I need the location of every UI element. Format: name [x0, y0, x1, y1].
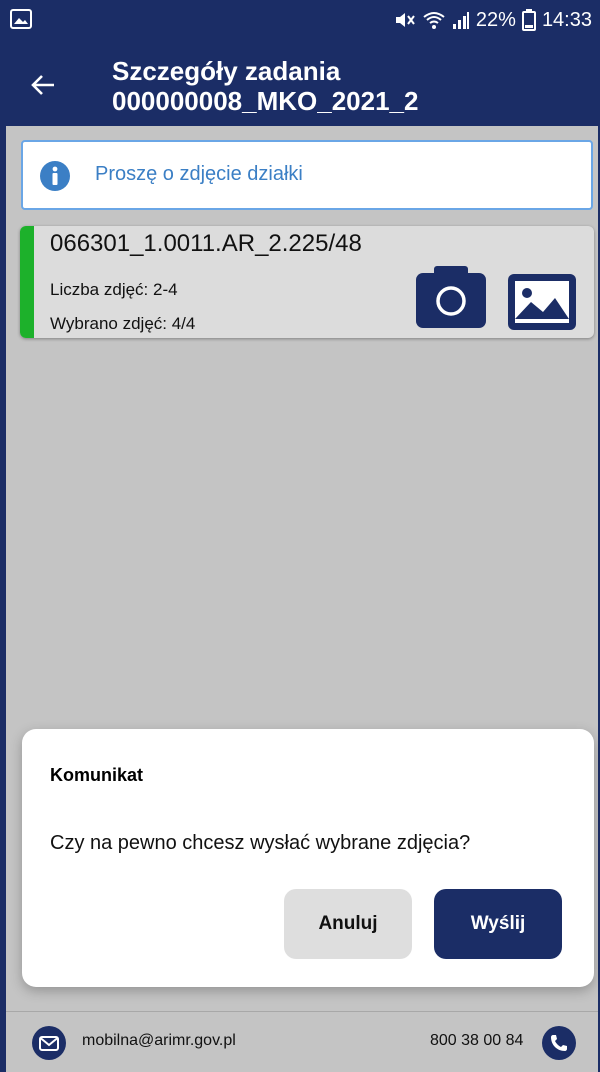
- task-id: 000000008_MKO_2021_2: [112, 86, 419, 116]
- dialog-title: Komunikat: [50, 765, 144, 785]
- mute-icon: [395, 13, 415, 27]
- camera-icon[interactable]: [416, 266, 486, 328]
- dialog-message: Czy na pewno chcesz wysłać wybrane zdjęc…: [50, 832, 471, 854]
- signal-icon: [452, 12, 469, 29]
- image-icon: [10, 9, 32, 29]
- page-title: Szczegóły zadania 000000008_MKO_2021_2: [112, 56, 418, 116]
- battery-icon: [521, 9, 536, 31]
- title-line-1: Szczegóły zadania: [112, 56, 341, 86]
- status-stripe: [20, 226, 34, 338]
- battery-percent: 22%: [475, 8, 516, 31]
- back-arrow-icon[interactable]: [26, 68, 60, 102]
- info-banner: Proszę o zdjęcie działki: [21, 140, 593, 210]
- wifi-icon: [423, 12, 445, 29]
- contact-email[interactable]: mobilna@arimr.gov.pl: [82, 1032, 236, 1050]
- status-indicators: 22% 14:33: [394, 8, 592, 32]
- mail-icon[interactable]: [32, 1026, 66, 1060]
- gallery-icon[interactable]: [508, 274, 576, 330]
- plot-id: 066301_1.0011.AR_2.225/48: [50, 230, 362, 257]
- info-icon: [40, 161, 70, 191]
- content-area: Proszę o zdjęcie działki 066301_1.0011.A…: [6, 126, 598, 1011]
- footer: mobilna@arimr.gov.pl 800 38 00 84: [6, 1011, 598, 1072]
- contact-phone[interactable]: 800 38 00 84: [430, 1032, 523, 1050]
- clock: 14:33: [541, 8, 592, 31]
- app-bar: Szczegóły zadania 000000008_MKO_2021_2: [0, 40, 600, 126]
- info-text: Proszę o zdjęcie działki: [95, 163, 303, 185]
- phone-icon[interactable]: [542, 1026, 576, 1060]
- selected-photos-count: Wybrano zdjęć: 4/4: [50, 314, 196, 333]
- send-button[interactable]: Wyślij: [434, 889, 562, 959]
- photo-count-range: Liczba zdjęć: 2-4: [50, 280, 178, 299]
- confirm-dialog: Komunikat Czy na pewno chcesz wysłać wyb…: [22, 729, 594, 987]
- status-bar: 22% 14:33: [0, 0, 600, 40]
- plot-card[interactable]: 066301_1.0011.AR_2.225/48 Liczba zdjęć: …: [20, 226, 594, 338]
- cancel-button[interactable]: Anuluj: [284, 889, 412, 959]
